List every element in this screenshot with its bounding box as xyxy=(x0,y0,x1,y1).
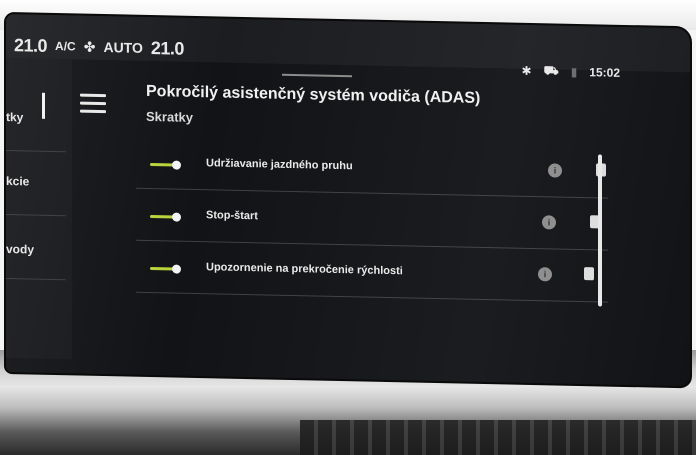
list-item[interactable]: Stop-štart i xyxy=(136,197,608,251)
page-indicator xyxy=(282,73,352,78)
info-icon[interactable]: i xyxy=(538,267,552,282)
air-vent xyxy=(300,420,696,455)
status-icons: ✱ ⛟ ▮ 15:02 xyxy=(522,63,620,81)
shortcut-icon[interactable] xyxy=(584,267,594,281)
signal-icon: ▮ xyxy=(570,64,578,79)
nav-divider xyxy=(6,278,66,281)
nav-item-label: kcie xyxy=(6,174,30,189)
info-icon[interactable]: i xyxy=(548,163,562,178)
clock: 15:02 xyxy=(589,65,620,80)
nav-item-shortcuts[interactable]: tky xyxy=(6,102,72,133)
hamburger-icon[interactable] xyxy=(80,93,106,117)
nav-item-functions[interactable]: kcie xyxy=(6,166,72,197)
temp-right[interactable]: 21.0 xyxy=(151,38,184,60)
scrollbar[interactable] xyxy=(598,154,602,307)
list-item[interactable]: Udržiavanie jazdného pruhu i xyxy=(136,145,608,199)
ac-label[interactable]: A/C xyxy=(55,39,76,53)
temp-left[interactable]: 21.0 xyxy=(14,35,47,57)
car-icon: ⛟ xyxy=(543,63,559,78)
nav-item-label: vody xyxy=(6,242,35,257)
infotainment-screen: 21.0 A/C ✤ AUTO 21.0 ✱ ⛟ ▮ 15:02 tky kci… xyxy=(6,14,690,387)
row-divider xyxy=(136,291,608,303)
climate-controls[interactable]: 21.0 A/C ✤ AUTO 21.0 xyxy=(14,34,184,60)
toggle-switch[interactable] xyxy=(150,160,181,171)
bluetooth-icon: ✱ xyxy=(521,63,532,79)
left-navigation: tky kcie vody xyxy=(6,58,72,360)
fan-icon: ✤ xyxy=(83,38,96,55)
nav-divider xyxy=(6,214,66,217)
nav-item-label: tky xyxy=(6,110,24,125)
list-item[interactable]: Upozornenie na prekročenie rýchlosti i xyxy=(136,249,608,303)
section-title: Skratky xyxy=(146,108,193,125)
nav-divider xyxy=(6,150,66,153)
info-icon[interactable]: i xyxy=(542,215,556,230)
list-item-label: Upozornenie na prekročenie rýchlosti xyxy=(206,261,403,278)
list-item-label: Stop-štart xyxy=(206,209,258,223)
fan-mode[interactable]: AUTO xyxy=(103,39,142,56)
active-nav-indicator xyxy=(42,92,45,119)
toggle-switch[interactable] xyxy=(150,212,181,223)
toggle-switch[interactable] xyxy=(150,264,181,275)
list-item-label: Udržiavanie jazdného pruhu xyxy=(206,157,353,173)
page-title: Pokročilý asistenčný systém vodiča (ADAS… xyxy=(146,82,481,107)
row-divider xyxy=(136,187,608,199)
row-divider xyxy=(136,239,608,251)
nav-item-guides[interactable]: vody xyxy=(6,234,72,265)
